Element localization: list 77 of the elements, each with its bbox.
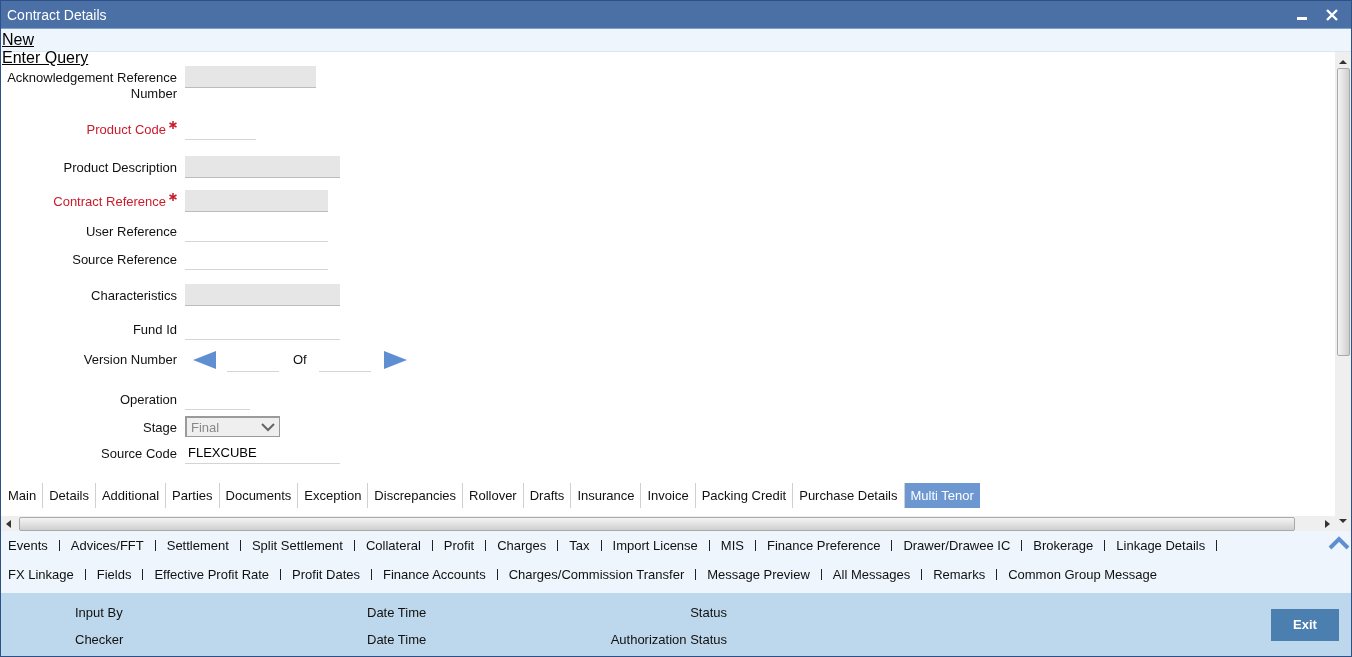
toolbar-link[interactable]: Enter Query [2, 49, 89, 67]
tab[interactable]: Details [43, 482, 96, 508]
input-field[interactable] [185, 284, 340, 306]
window-title: Contract Details [7, 6, 107, 23]
section-link[interactable]: FX Linkage [8, 569, 86, 580]
field-label: Fund Id [131, 321, 177, 338]
tab[interactable]: Documents [219, 482, 299, 508]
section-link[interactable]: Tax [569, 540, 602, 551]
chevron-up-icon[interactable] [1328, 536, 1350, 550]
section-link[interactable]: Advices/FFT [70, 540, 156, 551]
scroll-down-icon[interactable] [1338, 517, 1348, 525]
tab[interactable]: Exception [298, 482, 369, 508]
section-link[interactable]: Profit [443, 540, 487, 551]
section-link[interactable]: All Messages [832, 569, 923, 580]
section-link[interactable]: Finance Preference [766, 540, 893, 551]
section-link[interactable]: Profit Dates [292, 569, 373, 580]
exit-button[interactable]: Exit [1271, 608, 1339, 641]
scrollbar-thumb[interactable] [1336, 68, 1350, 356]
footer-label: Date Time [367, 631, 428, 647]
next-icon[interactable] [382, 350, 407, 370]
section-link[interactable]: Drawer/Drawee IC [903, 540, 1023, 551]
tab[interactable]: Additional [95, 482, 167, 508]
close-icon[interactable] [1325, 7, 1339, 22]
footer-label: Status [689, 604, 727, 620]
field-label: Operation [118, 391, 177, 408]
field-label: Characteristics [90, 287, 177, 304]
field-label: Product Description [62, 159, 177, 176]
tab[interactable]: Insurance [571, 482, 642, 508]
tab[interactable]: Parties [166, 482, 220, 508]
section-link[interactable]: Collateral [365, 540, 433, 551]
field-label: Version Number [82, 351, 177, 368]
section-link[interactable]: Settlement [166, 540, 241, 551]
asterisk-icon [169, 193, 177, 201]
section-link[interactable]: Split Settlement [251, 540, 355, 551]
footer-label: Date Time [367, 604, 428, 620]
tab[interactable]: Packing Credit [695, 482, 794, 508]
field-label: Stage [142, 419, 177, 436]
scroll-left-icon[interactable] [5, 518, 13, 529]
scroll-up-icon[interactable] [1338, 58, 1348, 66]
tab[interactable]: Discrepancies [368, 482, 463, 508]
section-link[interactable]: MIS [720, 540, 756, 551]
scroll-right-icon[interactable] [1323, 518, 1331, 529]
vertical-scrollbar[interactable] [1335, 52, 1351, 531]
section-link[interactable]: Common Group Message [1008, 569, 1168, 580]
footer-label: Input By [75, 604, 124, 620]
section-link[interactable]: Charges/Commission Transfer [508, 569, 697, 580]
section-link[interactable]: Effective Profit Rate [154, 569, 282, 580]
field-label: Acknowledgement Reference Number [6, 69, 177, 102]
field-label: Source Reference [71, 251, 177, 268]
section-link[interactable]: Events [8, 540, 60, 551]
field-label: Product Code [86, 121, 166, 138]
previous-icon[interactable] [193, 350, 217, 370]
section-link[interactable]: Charges [497, 540, 559, 551]
input-field[interactable] [185, 190, 328, 212]
section-link[interactable]: Message Preview [707, 569, 822, 580]
field-label: User Reference [84, 223, 177, 240]
input-field[interactable] [185, 156, 340, 178]
field-label: Source Code [100, 445, 177, 462]
tab[interactable]: Drafts [523, 482, 572, 508]
section-link[interactable]: Brokerage [1033, 540, 1106, 551]
tab[interactable]: Main [2, 482, 44, 508]
section-link[interactable]: Finance Accounts [383, 569, 498, 580]
tab[interactable]: Purchase Details [793, 482, 905, 508]
field-label: Contract Reference [53, 193, 166, 210]
input-field[interactable] [185, 66, 316, 88]
footer-label: Checker [75, 631, 125, 647]
section-link[interactable]: Linkage Details [1116, 540, 1218, 551]
section-link[interactable]: Fields [96, 569, 144, 580]
section-link[interactable]: Import License [612, 540, 710, 551]
tab[interactable]: Invoice [641, 482, 696, 508]
caret-icon [261, 422, 275, 432]
field-label: Of [293, 351, 307, 367]
footer-label: Authorization Status [609, 631, 727, 647]
toolbar-link[interactable]: New [2, 31, 89, 49]
section-link[interactable]: Remarks [933, 569, 998, 580]
asterisk-icon [169, 121, 177, 129]
tab[interactable]: Rollover [463, 482, 524, 508]
